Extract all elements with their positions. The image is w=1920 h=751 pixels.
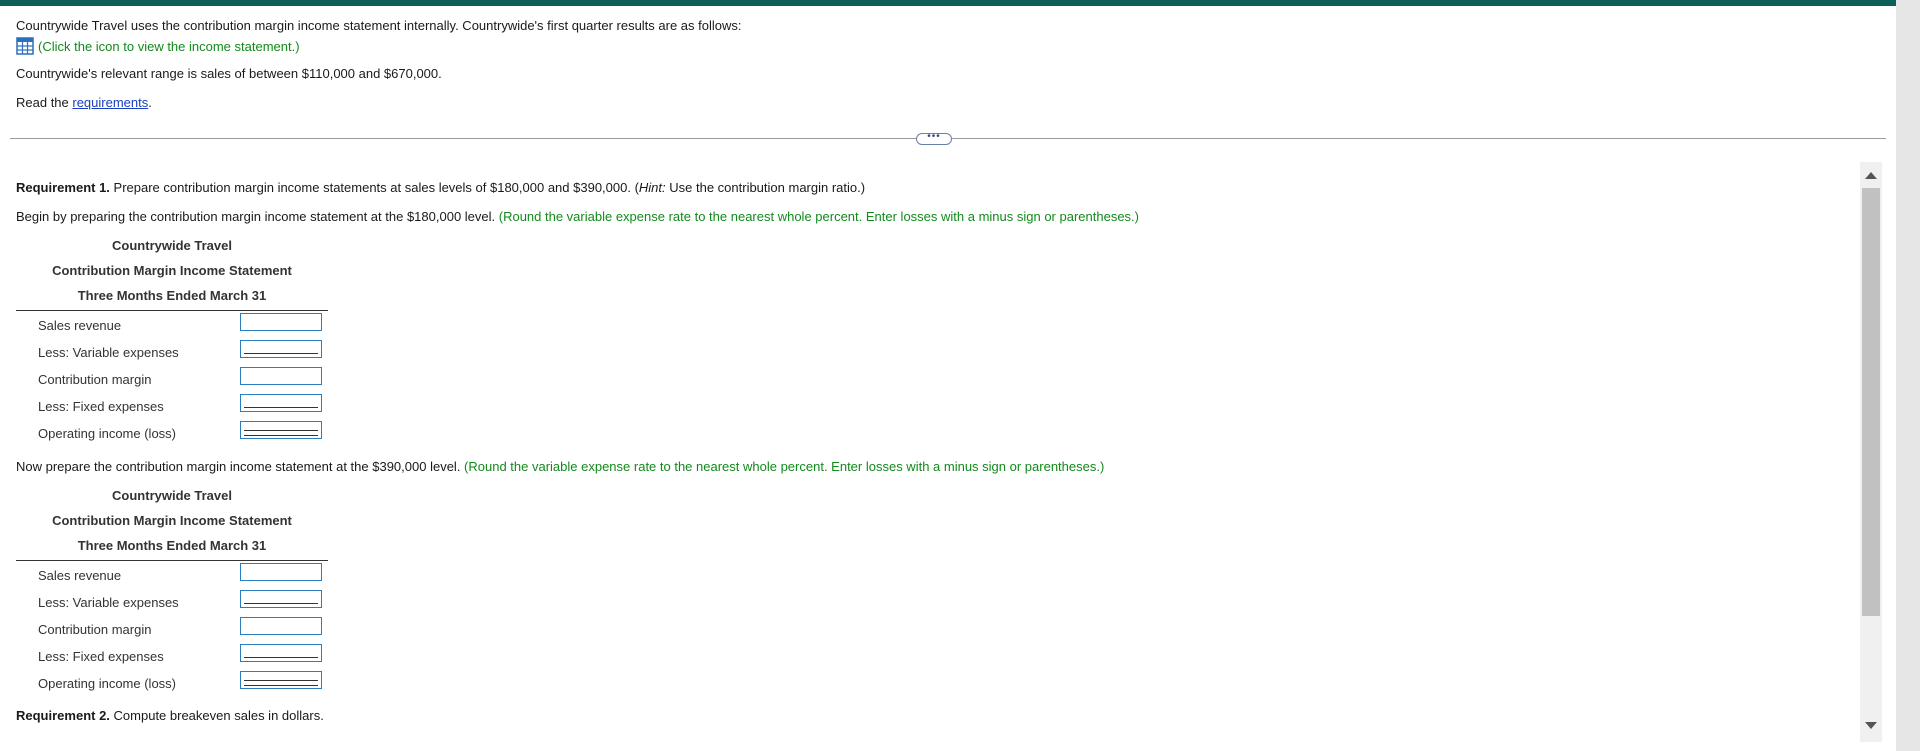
sales-revenue-input[interactable] bbox=[240, 313, 322, 331]
header-bar bbox=[0, 0, 1896, 6]
statement-title: Contribution Margin Income Statement bbox=[52, 513, 292, 528]
statement-period: Three Months Ended March 31 bbox=[77, 288, 267, 303]
window-rail bbox=[1896, 0, 1920, 751]
statement-link-text[interactable]: (Click the icon to view the income state… bbox=[38, 39, 300, 54]
row-label: Sales revenue bbox=[38, 568, 122, 583]
statement-company: Countrywide Travel bbox=[112, 238, 232, 253]
requirement1-text-b: Use the contribution margin ratio.) bbox=[665, 180, 866, 195]
contribution-margin-field[interactable] bbox=[241, 368, 321, 384]
operating-income-field[interactable] bbox=[241, 422, 321, 438]
read-suffix: . bbox=[148, 95, 152, 110]
sales-revenue-field[interactable] bbox=[241, 314, 321, 330]
rounding-instruction: (Round the variable expense rate to the … bbox=[498, 209, 1139, 224]
requirement2-text: Compute breakeven sales in dollars. bbox=[109, 708, 324, 723]
now-text: Now prepare the contribution margin inco… bbox=[16, 459, 465, 474]
statement-title: Contribution Margin Income Statement bbox=[52, 263, 292, 278]
table-row: Less: Fixed expenses bbox=[16, 642, 328, 669]
fixed-expenses-input[interactable] bbox=[240, 394, 322, 412]
statement-period: Three Months Ended March 31 bbox=[77, 538, 267, 553]
row-label: Operating income (loss) bbox=[38, 426, 176, 441]
variable-expenses-input[interactable] bbox=[240, 340, 322, 358]
statement-link-row: (Click the icon to view the income state… bbox=[16, 37, 300, 55]
income-statement-390k: Countrywide Travel Contribution Margin I… bbox=[16, 483, 328, 696]
table-row: Operating income (loss) bbox=[16, 669, 328, 696]
scroll-up-arrow-icon[interactable] bbox=[1865, 172, 1877, 179]
table-row: Operating income (loss) bbox=[16, 419, 328, 446]
answer-pane: Requirement 1. Prepare contribution marg… bbox=[16, 180, 1856, 740]
fixed-expenses-field[interactable] bbox=[241, 645, 321, 661]
read-prefix: Read the bbox=[16, 95, 73, 110]
income-statement-180k: Countrywide Travel Contribution Margin I… bbox=[16, 233, 328, 446]
row-label: Less: Variable expenses bbox=[38, 345, 179, 360]
requirement1-heading: Requirement 1. Prepare contribution marg… bbox=[16, 180, 865, 195]
variable-expenses-field[interactable] bbox=[241, 591, 321, 607]
row-label: Contribution margin bbox=[38, 622, 152, 637]
begin-instruction: Begin by preparing the contribution marg… bbox=[16, 209, 1139, 224]
row-label: Sales revenue bbox=[38, 318, 122, 333]
table-row: Sales revenue bbox=[16, 311, 328, 338]
contribution-margin-input[interactable] bbox=[240, 617, 322, 635]
rounding-instruction: (Round the variable expense rate to the … bbox=[464, 459, 1105, 474]
table-row: Sales revenue bbox=[16, 561, 328, 588]
row-label: Less: Fixed expenses bbox=[38, 649, 164, 664]
table-row: Contribution margin bbox=[16, 615, 328, 642]
scroll-thumb[interactable] bbox=[1862, 188, 1880, 616]
relevant-range-text: Countrywide's relevant range is sales of… bbox=[16, 66, 442, 81]
operating-income-input[interactable] bbox=[240, 671, 322, 689]
requirement2-heading: Requirement 2. Compute breakeven sales i… bbox=[16, 708, 324, 723]
row-label: Operating income (loss) bbox=[38, 676, 176, 691]
read-requirements-line: Read the requirements. bbox=[16, 95, 152, 110]
sales-revenue-input[interactable] bbox=[240, 563, 322, 581]
table-row: Less: Fixed expenses bbox=[16, 392, 328, 419]
table-row: Contribution margin bbox=[16, 365, 328, 392]
now-instruction: Now prepare the contribution margin inco… bbox=[16, 459, 1104, 474]
requirement1-label: Requirement 1. bbox=[16, 180, 110, 195]
fixed-expenses-input[interactable] bbox=[240, 644, 322, 662]
sales-revenue-field[interactable] bbox=[241, 564, 321, 580]
variable-expenses-input[interactable] bbox=[240, 590, 322, 608]
statement-company: Countrywide Travel bbox=[112, 488, 232, 503]
table-row: Less: Variable expenses bbox=[16, 588, 328, 615]
scroll-down-arrow-icon[interactable] bbox=[1865, 722, 1877, 729]
contribution-margin-input[interactable] bbox=[240, 367, 322, 385]
row-label: Less: Variable expenses bbox=[38, 595, 179, 610]
row-label: Contribution margin bbox=[38, 372, 152, 387]
requirement2-label: Requirement 2. bbox=[16, 708, 110, 723]
operating-income-field[interactable] bbox=[241, 672, 321, 688]
contribution-margin-field[interactable] bbox=[241, 618, 321, 634]
hint-label: Hint: bbox=[638, 180, 666, 195]
row-label: Less: Fixed expenses bbox=[38, 399, 164, 414]
problem-intro: Countrywide Travel uses the contribution… bbox=[16, 18, 742, 33]
operating-income-input[interactable] bbox=[240, 421, 322, 439]
vertical-scrollbar[interactable] bbox=[1860, 162, 1882, 742]
fixed-expenses-field[interactable] bbox=[241, 395, 321, 411]
requirement1-text-a: Prepare contribution margin income state… bbox=[109, 180, 639, 195]
table-row: Less: Variable expenses bbox=[16, 338, 328, 365]
variable-expenses-field[interactable] bbox=[241, 341, 321, 357]
requirements-link[interactable]: requirements bbox=[72, 95, 148, 110]
begin-text: Begin by preparing the contribution marg… bbox=[16, 209, 499, 224]
divider-handle[interactable]: ••• bbox=[916, 132, 952, 145]
table-grid-icon[interactable] bbox=[16, 37, 34, 55]
